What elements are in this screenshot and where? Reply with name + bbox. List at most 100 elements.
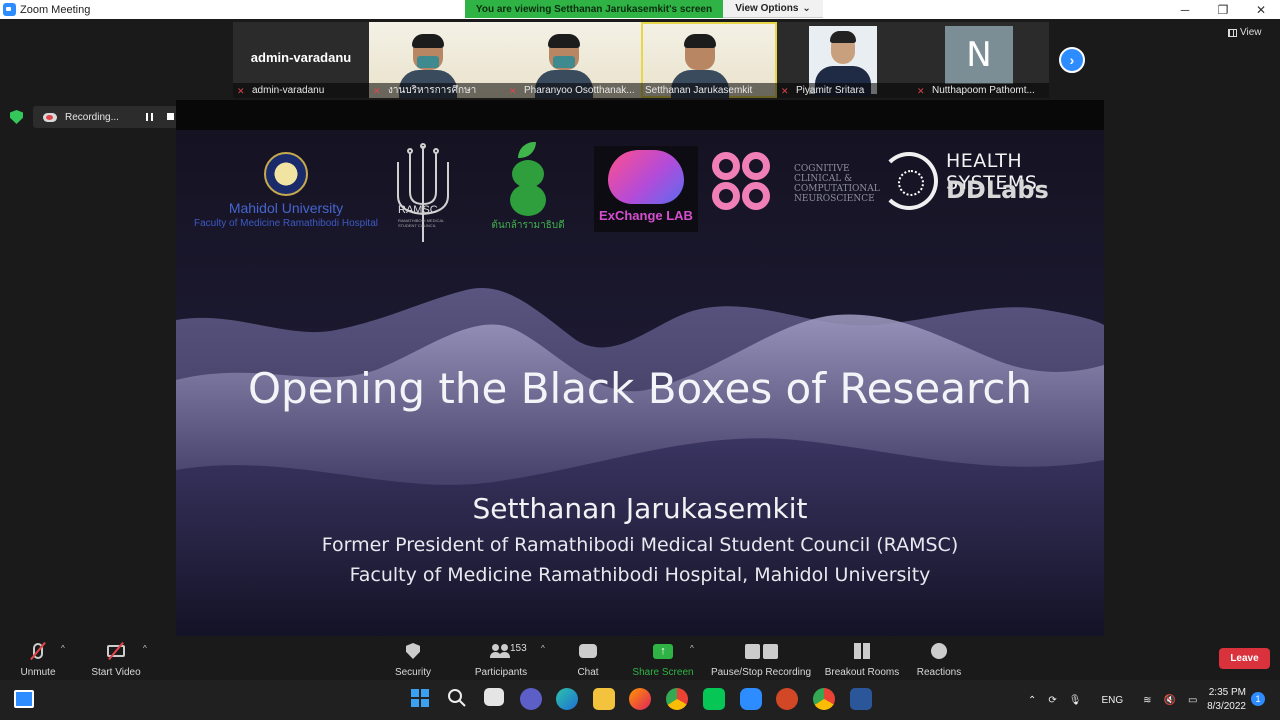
participants-chevron-icon[interactable]: ^ xyxy=(541,644,545,653)
unmute-label: Unmute xyxy=(20,667,56,678)
view-options-label: View Options xyxy=(735,3,799,14)
mahidol-faculty-text: Faculty of Medicine Ramathibodi Hospital xyxy=(194,218,378,229)
notification-badge[interactable]: 1 xyxy=(1251,692,1265,706)
ccn-mark-icon xyxy=(712,152,778,218)
ccn-line4: NEUROSCIENCE xyxy=(794,194,875,204)
slide-title: Opening the Black Boxes of Research xyxy=(247,364,1033,413)
pause-stop-recording-button[interactable]: Pause/Stop Recording xyxy=(708,640,814,678)
audio-options-chevron-icon[interactable]: ^ xyxy=(61,644,65,653)
firefox-icon[interactable] xyxy=(629,688,651,710)
meeting-toolbar: Unmute ^ Start Video ^ Security 153 Part… xyxy=(0,636,1280,680)
close-button[interactable]: ✕ xyxy=(1242,0,1280,19)
ccn-line3: COMPUTATIONAL xyxy=(794,184,880,194)
view-label: View xyxy=(1240,27,1262,38)
participant-initial-avatar: N xyxy=(945,26,1013,84)
share-screen-button[interactable]: ↑ Share Screen xyxy=(630,640,696,678)
health-systems-logo: HEALTH SYSTEMS DDLabs xyxy=(880,150,1066,220)
participant-name: Nutthapoom Pathomt... xyxy=(932,85,1035,96)
sync-icon[interactable]: ⟳ xyxy=(1048,695,1056,706)
tonkla-text: ต้นกล้ารามาธิบดี xyxy=(491,220,565,231)
muted-mic-icon: ✕ xyxy=(781,85,789,96)
desktop-widgets-icon[interactable] xyxy=(14,690,34,708)
participant-count: 153 xyxy=(510,643,527,654)
chrome-profile-icon[interactable] xyxy=(813,688,835,710)
participant-tile[interactable]: ✕ Piyamitr Sritara xyxy=(777,22,913,98)
show-hidden-icons-chevron-icon[interactable]: ⌃ xyxy=(1028,695,1036,706)
encryption-shield-icon[interactable] xyxy=(10,110,23,124)
search-icon[interactable] xyxy=(447,688,469,710)
volume-muted-icon[interactable]: 🔇 xyxy=(1164,695,1176,706)
presenter-role: Former President of Ramathibodi Medical … xyxy=(321,534,959,556)
microphone-icon[interactable]: 🎙 xyxy=(1069,695,1082,706)
file-explorer-icon[interactable] xyxy=(593,688,615,710)
ccn-line1: COGNITIVE xyxy=(794,164,850,174)
slide-top-strip xyxy=(176,100,1104,130)
chat-icon xyxy=(579,644,597,658)
participant-tile[interactable]: N ✕ Nutthapoom Pathomt... xyxy=(913,22,1049,98)
zoom-taskbar-icon[interactable] xyxy=(740,688,762,710)
participant-strip: admin-varadanu ✕ admin-varadanu ✕ งานบริหา… xyxy=(233,22,1049,98)
mahidol-logo: Mahidol University Faculty of Medicine R… xyxy=(188,152,384,229)
minimize-button[interactable]: ─ xyxy=(1166,0,1204,19)
mahidol-seal-icon xyxy=(264,152,308,196)
ddlabs-text: DDLabs xyxy=(946,176,1049,204)
wifi-icon[interactable]: ≋ xyxy=(1143,695,1151,706)
teams-chat-icon[interactable] xyxy=(520,688,542,710)
muted-mic-icon: ✕ xyxy=(373,85,381,96)
task-view-icon[interactable] xyxy=(484,688,504,706)
muted-mic-icon: ✕ xyxy=(917,85,925,96)
participants-button[interactable]: 153 Participants xyxy=(470,640,532,678)
view-options-button[interactable]: View Options ⌄ xyxy=(723,0,823,18)
participant-display-name: admin-varadanu xyxy=(250,50,352,65)
breakout-rooms-icon xyxy=(854,643,870,659)
line-app-icon[interactable] xyxy=(703,688,725,710)
reactions-button[interactable]: Reactions xyxy=(914,640,964,678)
share-banner: You are viewing Setthanan Jarukasemkit's… xyxy=(465,0,723,18)
leave-button[interactable]: Leave xyxy=(1219,648,1270,669)
breakout-rooms-label: Breakout Rooms xyxy=(824,667,900,678)
ccn-line2: CLINICAL & xyxy=(794,174,853,184)
chat-button[interactable]: Chat xyxy=(570,640,606,678)
taskbar-clock[interactable]: 2:35 PM 8/3/2022 xyxy=(1196,686,1246,714)
security-button[interactable]: Security xyxy=(390,640,436,678)
share-options-chevron-icon[interactable]: ^ xyxy=(690,644,694,653)
stop-recording-icon[interactable] xyxy=(167,113,174,120)
edge-browser-icon[interactable] xyxy=(556,688,578,710)
tonkla-logo: ต้นกล้ารามาธิบดี xyxy=(488,140,568,244)
participant-tile-active-speaker[interactable]: Setthanan Jarukasemkit xyxy=(641,22,777,98)
participant-tile[interactable]: admin-varadanu ✕ admin-varadanu xyxy=(233,22,369,98)
view-layout-button[interactable]: View xyxy=(1228,27,1262,38)
window-title: Zoom Meeting xyxy=(20,3,91,16)
ramsc-subtext: RAMATHIBODI MEDICAL STUDENT COUNCIL xyxy=(398,218,445,228)
participant-tile[interactable]: ✕ Pharanyoo Osotthanak... xyxy=(505,22,641,98)
maximize-button[interactable]: ❐ xyxy=(1204,0,1242,19)
shared-screen: Mahidol University Faculty of Medicine R… xyxy=(176,100,1104,636)
video-options-chevron-icon[interactable]: ^ xyxy=(143,644,147,653)
grid-icon xyxy=(1228,28,1237,37)
unmute-button[interactable]: Unmute xyxy=(16,640,60,678)
presenter-affiliation: Faculty of Medicine Ramathibodi Hospital… xyxy=(349,564,931,586)
muted-mic-icon: ✕ xyxy=(237,85,245,96)
participant-tile[interactable]: ✕ งานบริหารการศึกษา xyxy=(369,22,505,98)
participant-name: Piyamitr Sritara xyxy=(796,85,865,96)
mahidol-university-text: Mahidol University xyxy=(228,200,344,216)
windows-start-icon[interactable] xyxy=(410,688,432,710)
next-page-button[interactable]: › xyxy=(1059,47,1085,73)
participants-label: Participants xyxy=(474,667,528,678)
breakout-rooms-button[interactable]: Breakout Rooms xyxy=(822,640,902,678)
chrome-icon[interactable] xyxy=(666,688,688,710)
partner-logos: Mahidol University Faculty of Medicine R… xyxy=(176,138,1104,248)
system-tray: ⌃ ⟳ 🎙 ENG ≋ 🔇 ▭ xyxy=(1028,680,1197,720)
muted-mic-icon: ✕ xyxy=(509,85,517,96)
chat-label: Chat xyxy=(577,667,599,678)
word-icon[interactable] xyxy=(850,688,872,710)
participant-name: งานบริหารการศึกษา xyxy=(388,85,477,96)
pause-stop-recording-label: Pause/Stop Recording xyxy=(710,667,812,678)
powerpoint-icon[interactable] xyxy=(776,688,798,710)
ramsc-text: RAMSC xyxy=(398,204,438,216)
input-language[interactable]: ENG xyxy=(1101,695,1123,706)
share-screen-icon: ↑ xyxy=(653,643,673,659)
start-video-button[interactable]: Start Video xyxy=(88,640,144,678)
participants-icon xyxy=(490,644,512,658)
pause-recording-icon[interactable] xyxy=(146,113,153,121)
